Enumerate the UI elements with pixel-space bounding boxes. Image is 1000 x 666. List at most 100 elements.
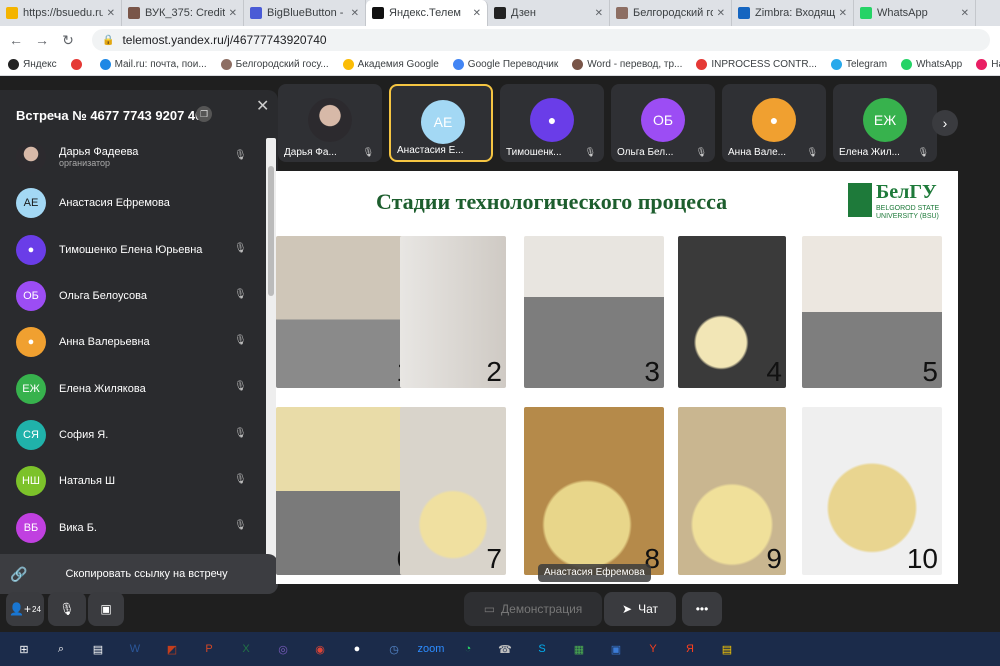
taskbar-app-icon[interactable]: X	[233, 638, 259, 660]
mic-off-icon: 🎙	[234, 242, 247, 254]
taskbar-app-icon[interactable]: S	[529, 638, 555, 660]
browser-tab[interactable]: BigBlueButton - L ✕	[244, 0, 366, 26]
browser-tab[interactable]: Дзен ✕	[488, 0, 610, 26]
avatar-photo	[308, 98, 352, 142]
slide-title: Стадии технологического процесса	[376, 189, 728, 214]
taskbar-app-icon[interactable]: ◷	[381, 638, 407, 660]
taskbar-app-icon[interactable]: P	[196, 638, 222, 660]
browser-tab[interactable]: Яндекс.Телем ✕	[366, 0, 488, 26]
participant-tile[interactable]: АЕ Анастасия Е...	[389, 84, 493, 162]
tile-name: Ольга Бел...	[617, 147, 674, 158]
bookmark-icon	[696, 59, 708, 70]
taskbar-app-icon[interactable]: ◎	[270, 638, 296, 660]
taskbar-app-icon[interactable]: ☎	[492, 638, 518, 660]
close-tab-icon[interactable]: ✕	[839, 8, 847, 19]
copy-link-button[interactable]: 🔗 Скопировать ссылку на встречу	[0, 554, 278, 594]
url-field[interactable]: 🔒 telemost.yandex.ru/j/46777743920740	[92, 29, 990, 51]
bookmark-label: Академия Google	[357, 59, 439, 70]
chat-button[interactable]: ➤ Чат	[604, 592, 676, 626]
taskbar-app-icon[interactable]: Я	[677, 638, 703, 660]
bookmark-item[interactable]: Google Переводчик	[452, 59, 558, 70]
taskbar-app-icon[interactable]: ◩	[159, 638, 185, 660]
taskbar-app-icon[interactable]: W	[122, 638, 148, 660]
mic-off-icon: 🎙	[234, 474, 247, 486]
participant-tile[interactable]: ЕЖ Елена Жил... 🎙	[833, 84, 937, 162]
browser-tab[interactable]: ВУК_375: Credit 2 ✕	[122, 0, 244, 26]
bookmark-item[interactable]: Белгородский госу...	[220, 59, 329, 70]
scrollbar-thumb[interactable]	[268, 166, 274, 296]
bookmark-label: Word - перевод, тр...	[587, 59, 683, 70]
screen-share-button[interactable]: ▭ Демонстрация	[464, 592, 602, 626]
close-tab-icon[interactable]: ✕	[717, 8, 725, 19]
taskbar-app-icon[interactable]: ⌕	[48, 638, 74, 660]
taskbar-app-icon[interactable]: ▣	[603, 638, 629, 660]
tab-favicon-icon	[128, 7, 140, 19]
chat-label: Чат	[638, 602, 658, 616]
taskbar-app-icon[interactable]: ⊞	[11, 638, 37, 660]
close-tab-icon[interactable]: ✕	[961, 8, 969, 19]
participant-tile[interactable]: ● Тимошенк... 🎙	[500, 84, 604, 162]
close-tab-icon[interactable]: ✕	[107, 8, 115, 19]
participant-info: Елена Жилякова	[46, 383, 146, 395]
mic-off-icon: 🎙	[234, 520, 247, 532]
bookmark-item[interactable]	[70, 59, 86, 70]
participant-info: София Я.	[46, 429, 108, 441]
bookmark-item[interactable]: INPROCESS CONTR...	[696, 59, 817, 70]
taskbar-app-icon[interactable]: ▦	[566, 638, 592, 660]
add-participant-button[interactable]: 👤+ 24	[6, 592, 44, 626]
participant-info: Дарья Фадеева организатор	[46, 146, 138, 168]
close-tab-icon[interactable]: ✕	[595, 8, 603, 19]
reload-icon[interactable]: ↻	[58, 32, 78, 49]
close-tab-icon[interactable]: ✕	[473, 8, 481, 19]
browser-tab[interactable]: Белгородский гос ✕	[610, 0, 732, 26]
participant-row[interactable]: АЕ Анастасия Ефремова	[0, 180, 266, 226]
participant-row[interactable]: ЕЖ Елена Жилякова 🎙	[0, 365, 266, 411]
participant-row[interactable]: ВБ Вика Б. 🎙	[0, 504, 266, 550]
bookmark-item[interactable]: Telegram	[830, 59, 887, 70]
taskbar-app-icon[interactable]: Y	[640, 638, 666, 660]
participant-tile[interactable]: ● Анна Вале... 🎙	[722, 84, 826, 162]
taskbar-app-icon[interactable]: ◔	[455, 638, 481, 660]
taskbar-app-icon[interactable]: ▤	[85, 638, 111, 660]
taskbar-app-icon[interactable]: ◉	[307, 638, 333, 660]
bookmark-item[interactable]: Академия Google	[342, 59, 439, 70]
scrollbar[interactable]	[266, 138, 276, 588]
close-icon[interactable]: ✕	[256, 96, 269, 116]
bookmark-item[interactable]: Mail.ru: почта, пои...	[99, 59, 207, 70]
taskbar-app-icon[interactable]: ●	[344, 638, 370, 660]
participant-row[interactable]: СЯ София Я. 🎙	[0, 412, 266, 458]
bookmark-item[interactable]: Word - перевод, тр...	[572, 59, 682, 70]
forward-icon[interactable]: →	[32, 32, 52, 48]
taskbar-app-icon[interactable]: ▤	[714, 638, 740, 660]
chevron-right-icon[interactable]: ›	[932, 110, 958, 136]
bookmark-item[interactable]: Назад	[976, 59, 1000, 70]
participant-row[interactable]: ОБ Ольга Белоусова 🎙	[0, 273, 266, 319]
mic-off-icon: 🎙	[362, 147, 374, 157]
more-button[interactable]: •••	[682, 592, 722, 626]
copy-icon[interactable]: ❐	[196, 106, 212, 122]
bookmark-label: Mail.ru: почта, пои...	[114, 59, 207, 70]
back-icon[interactable]: ←	[6, 32, 26, 48]
mic-off-icon: 🎙	[806, 147, 818, 157]
mic-toggle-button[interactable]: 🎙	[48, 592, 86, 626]
participant-row[interactable]: Дарья Фадеева организатор 🎙	[0, 134, 266, 180]
screen-share-label: Демонстрация	[501, 602, 583, 616]
close-tab-icon[interactable]: ✕	[229, 8, 237, 19]
participant-tile[interactable]: ОБ Ольга Бел... 🎙	[611, 84, 715, 162]
tile-name: Анна Вале...	[728, 147, 787, 158]
browser-tab[interactable]: Zimbra: Входящие ✕	[732, 0, 854, 26]
camera-toggle-button[interactable]: ▣	[88, 592, 124, 626]
person-icon: ●	[752, 98, 796, 142]
browser-tab[interactable]: WhatsApp ✕	[854, 0, 976, 26]
bookmark-icon	[70, 59, 82, 70]
shared-slide: Стадии технологического процесса БелГУ B…	[276, 171, 958, 584]
participant-tile[interactable]: Дарья Фа... 🎙	[278, 84, 382, 162]
close-tab-icon[interactable]: ✕	[351, 8, 359, 19]
browser-tab[interactable]: https://bsuedu.ru ✕	[0, 0, 122, 26]
participant-row[interactable]: ● Тимошенко Елена Юрьевна 🎙	[0, 227, 266, 273]
bookmark-item[interactable]: WhatsApp	[901, 59, 962, 70]
taskbar-app-icon[interactable]: zoom	[418, 638, 445, 660]
participant-row[interactable]: НШ Наталья Ш 🎙	[0, 458, 266, 504]
bookmark-item[interactable]: Яндекс	[8, 59, 57, 70]
participant-row[interactable]: ● Анна Валерьевна 🎙	[0, 319, 266, 365]
